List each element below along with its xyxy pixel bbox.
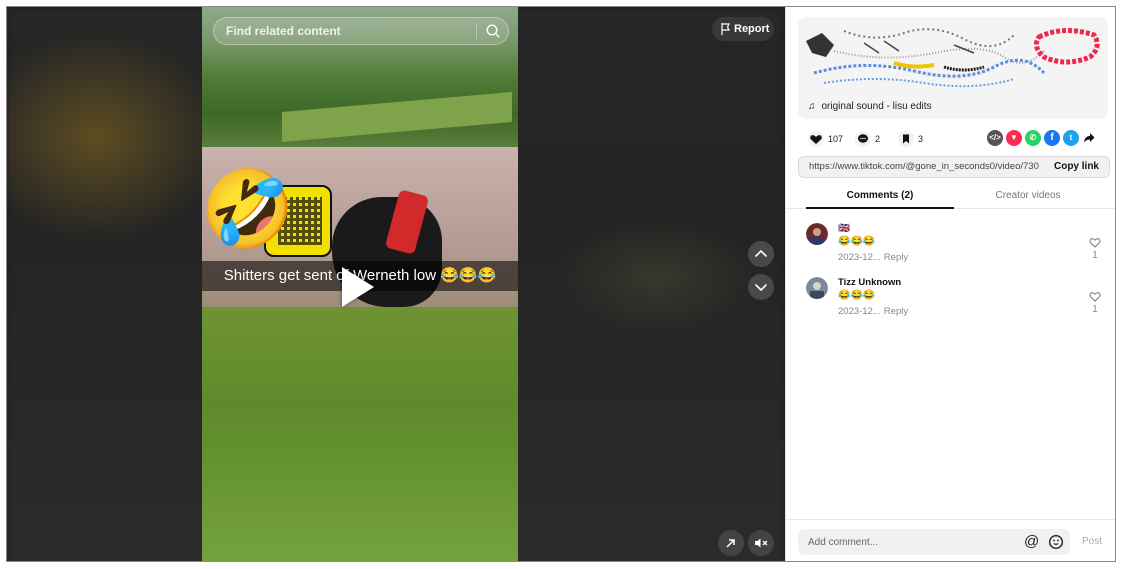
browser-frame: 🤣 Shitters get sent of Werneth low 😂😂😂 R… bbox=[6, 6, 1116, 562]
comment-count: 2 bbox=[875, 134, 881, 144]
tab-creator-videos[interactable]: Creator videos bbox=[954, 185, 1102, 209]
comment-username[interactable]: Tizz Unknown bbox=[838, 277, 901, 288]
sound-label: original sound - lisu edits bbox=[821, 101, 932, 112]
video-stage: 🤣 Shitters get sent of Werneth low 😂😂😂 R… bbox=[7, 7, 785, 561]
panel-tabs: Comments (2) Creator videos bbox=[786, 185, 1115, 209]
muted-speaker-icon bbox=[755, 538, 768, 548]
comment-like[interactable]: 1 bbox=[1088, 291, 1102, 321]
comment-item: Tizz Unknown 😂😂😂 2023-12... Reply 1 bbox=[806, 277, 1106, 321]
video-player[interactable]: 🤣 Shitters get sent of Werneth low 😂😂😂 bbox=[202, 7, 518, 561]
comment-like-count: 1 bbox=[1092, 304, 1098, 315]
heart-outline-icon bbox=[1089, 238, 1101, 248]
comment-action[interactable]: 2 bbox=[855, 130, 881, 147]
laughing-emoji-sticker: 🤣 bbox=[202, 167, 295, 252]
floating-player-button[interactable] bbox=[718, 530, 744, 556]
mute-button[interactable] bbox=[748, 530, 774, 556]
details-panel: ♫ original sound - lisu edits 107 2 3 </… bbox=[785, 7, 1115, 561]
report-button[interactable]: Report bbox=[712, 17, 774, 41]
whatsapp-icon[interactable]: ✆ bbox=[1025, 130, 1041, 146]
search-divider bbox=[476, 23, 477, 39]
twitter-icon[interactable]: t bbox=[1063, 130, 1079, 146]
comment-meta: 2023-12... Reply bbox=[838, 252, 908, 263]
comment-footer: @ Post bbox=[786, 519, 1115, 561]
comment-meta: 2023-12... Reply bbox=[838, 306, 908, 317]
previous-video-button[interactable] bbox=[748, 241, 774, 267]
comment-text: 😂😂😂 bbox=[838, 290, 876, 301]
comment-bubble-icon bbox=[855, 130, 871, 147]
search-icon[interactable] bbox=[485, 23, 501, 39]
comment-item: 🇬🇧 😂😂😂 2023-12... Reply 1 bbox=[806, 223, 1106, 267]
comment-username[interactable]: 🇬🇧 bbox=[838, 223, 850, 234]
comment-date: 2023-12... bbox=[838, 306, 881, 317]
like-action[interactable]: 107 bbox=[808, 130, 844, 147]
heart-icon bbox=[808, 130, 824, 147]
send-to-friends-icon[interactable]: ▼ bbox=[1006, 130, 1022, 146]
chevron-up-icon bbox=[755, 250, 767, 257]
comment-like-count: 1 bbox=[1092, 250, 1098, 261]
emoji-icon[interactable] bbox=[1048, 534, 1064, 550]
description-card: ♫ original sound - lisu edits bbox=[798, 17, 1108, 119]
facebook-icon[interactable]: f bbox=[1044, 130, 1060, 146]
embed-icon[interactable]: </> bbox=[987, 130, 1003, 146]
sound-link[interactable]: ♫ original sound - lisu edits bbox=[808, 101, 932, 112]
comment-like[interactable]: 1 bbox=[1088, 237, 1102, 267]
comment-date: 2023-12... bbox=[838, 252, 881, 263]
play-icon[interactable] bbox=[342, 267, 374, 307]
video-green-grass bbox=[202, 307, 518, 561]
next-video-button[interactable] bbox=[748, 274, 774, 300]
avatar[interactable] bbox=[806, 277, 828, 299]
author-description-graphic bbox=[806, 28, 1100, 88]
reply-button[interactable]: Reply bbox=[884, 252, 908, 263]
video-link-box: https://www.tiktok.com/@gone_in_seconds0… bbox=[798, 156, 1110, 178]
avatar[interactable] bbox=[806, 223, 828, 245]
heart-outline-icon bbox=[1089, 292, 1101, 302]
floating-player-icon bbox=[726, 539, 735, 548]
like-count: 107 bbox=[828, 134, 844, 144]
save-action[interactable]: 3 bbox=[898, 130, 924, 147]
search-bar[interactable] bbox=[213, 17, 509, 45]
copy-link-button[interactable]: Copy link bbox=[1054, 157, 1099, 177]
comment-text: 😂😂😂 bbox=[838, 236, 876, 247]
flag-icon bbox=[721, 23, 730, 35]
reply-button[interactable]: Reply bbox=[884, 306, 908, 317]
report-label: Report bbox=[734, 23, 770, 35]
share-arrow-icon[interactable] bbox=[1083, 132, 1095, 144]
chevron-down-icon bbox=[755, 284, 767, 291]
search-input[interactable] bbox=[214, 18, 472, 44]
comment-input[interactable] bbox=[798, 529, 1008, 555]
video-url[interactable]: https://www.tiktok.com/@gone_in_seconds0… bbox=[809, 157, 1039, 177]
post-button[interactable]: Post bbox=[1082, 529, 1102, 555]
bookmark-icon bbox=[898, 130, 914, 147]
tab-comments[interactable]: Comments (2) bbox=[806, 185, 954, 209]
music-note-icon: ♫ bbox=[808, 101, 816, 112]
mention-at-icon[interactable]: @ bbox=[1024, 534, 1039, 550]
comment-box: @ bbox=[798, 529, 1070, 555]
save-count: 3 bbox=[918, 134, 924, 144]
